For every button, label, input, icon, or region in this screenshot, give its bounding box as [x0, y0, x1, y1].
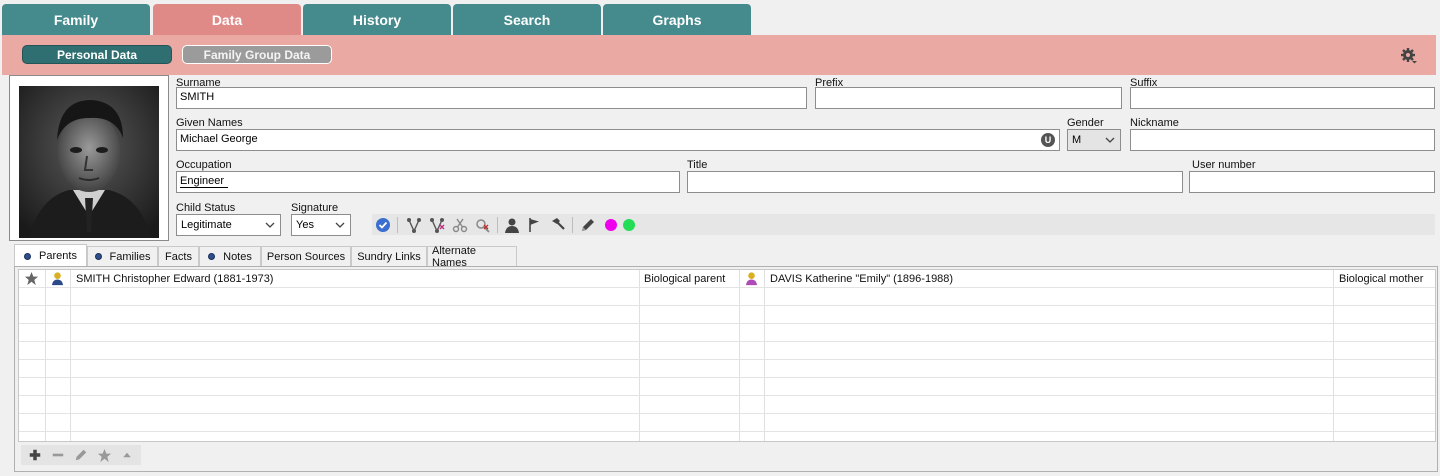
flag-icon[interactable] — [526, 216, 544, 234]
chevron-down-icon — [265, 222, 275, 228]
gear-icon[interactable] — [1400, 47, 1418, 65]
given-names-label: Given Names — [176, 117, 243, 129]
tab-parents-label: Parents — [39, 250, 77, 262]
tab-notes[interactable]: Notes — [199, 246, 261, 266]
father-name[interactable]: SMITH Christopher Edward (1881-1973) — [76, 270, 273, 288]
check-circle-icon[interactable] — [374, 216, 392, 234]
table-row — [19, 342, 1435, 360]
parents-actions-bar — [21, 445, 141, 465]
title-label: Title — [687, 159, 708, 171]
tab-sundry-links-label: Sundry Links — [357, 250, 421, 263]
tab-parents[interactable]: Parents — [14, 244, 87, 267]
tab-graphs[interactable]: Graphs — [603, 4, 751, 35]
magenta-color-dot[interactable] — [605, 219, 617, 231]
toolbar-separator — [572, 217, 573, 233]
given-names-field[interactable]: Michael George U — [176, 129, 1060, 151]
prefix-field[interactable] — [815, 87, 1122, 109]
tab-families-label: Families — [109, 250, 151, 263]
signature-select[interactable]: Yes — [291, 214, 351, 236]
table-row — [19, 414, 1435, 432]
suffix-field[interactable] — [1130, 87, 1435, 109]
table-row[interactable]: SMITH Christopher Edward (1881-1973) Bio… — [19, 270, 1435, 289]
title-field[interactable] — [687, 171, 1183, 193]
branch-icon[interactable] — [405, 216, 423, 234]
status-dot-icon — [24, 252, 32, 260]
add-icon[interactable] — [27, 447, 43, 463]
toolbar-separator — [397, 217, 398, 233]
user-number-field[interactable] — [1189, 171, 1435, 193]
given-names-value: Michael George — [180, 133, 258, 145]
table-row — [19, 396, 1435, 414]
gender-value: M — [1072, 134, 1082, 146]
tab-person-sources[interactable]: Person Sources — [261, 246, 351, 266]
cut-icon[interactable] — [451, 216, 469, 234]
tab-alternate-names-label: Alternate Names — [432, 244, 477, 269]
pencil-icon[interactable] — [579, 216, 597, 234]
branch-remove-icon[interactable] — [428, 216, 446, 234]
table-row — [19, 360, 1435, 378]
edit-icon[interactable] — [73, 447, 89, 463]
mother-relation: Biological mother — [1339, 273, 1424, 285]
table-row — [19, 378, 1435, 396]
tab-history[interactable]: History — [303, 4, 451, 35]
table-row — [19, 324, 1435, 342]
data-subheader: Personal Data Family Group Data — [2, 35, 1436, 75]
parents-panel: SMITH Christopher Edward (1881-1973) Bio… — [14, 266, 1438, 472]
tab-person-sources-label: Person Sources — [266, 250, 346, 263]
signature-value: Yes — [296, 219, 314, 231]
portrait-image — [19, 86, 159, 238]
unlink-icon[interactable] — [474, 216, 492, 234]
unicode-input-icon[interactable]: U — [1041, 133, 1055, 147]
hammer-icon[interactable] — [549, 216, 567, 234]
surname-field[interactable]: SMITH — [176, 87, 807, 109]
male-person-icon — [50, 271, 65, 289]
person-toolbar — [372, 214, 1435, 235]
tab-family[interactable]: Family — [2, 4, 150, 35]
personal-data-button[interactable]: Personal Data — [22, 45, 172, 64]
female-person-icon — [744, 271, 759, 289]
tab-sundry-links[interactable]: Sundry Links — [351, 246, 427, 266]
remove-icon[interactable] — [50, 447, 66, 463]
move-up-icon[interactable] — [119, 447, 135, 463]
table-row — [19, 306, 1435, 324]
occupation-label: Occupation — [176, 159, 232, 171]
child-status-value: Legitimate — [181, 219, 232, 231]
tab-facts[interactable]: Facts — [158, 246, 199, 266]
father-relation: Biological parent — [644, 273, 726, 285]
nickname-label: Nickname — [1130, 117, 1179, 129]
status-dot-icon — [208, 253, 216, 260]
occupation-field[interactable]: Engineer — [176, 171, 680, 193]
occupation-value: Engineer — [180, 175, 229, 188]
table-row — [19, 288, 1435, 306]
chevron-down-icon — [1105, 137, 1115, 143]
tab-facts-label: Facts — [165, 250, 192, 263]
family-group-data-button[interactable]: Family Group Data — [182, 45, 332, 64]
child-status-label: Child Status — [176, 202, 236, 214]
child-status-select[interactable]: Legitimate — [176, 214, 281, 236]
star-icon[interactable] — [24, 271, 39, 289]
status-dot-icon — [94, 253, 102, 260]
mother-name[interactable]: DAVIS Katherine "Emily" (1896-1988) — [770, 270, 953, 288]
tab-data[interactable]: Data — [153, 4, 301, 35]
tab-search[interactable]: Search — [453, 4, 601, 35]
person-icon[interactable] — [503, 216, 521, 234]
person-photo[interactable] — [9, 75, 169, 241]
green-color-dot[interactable] — [623, 219, 635, 231]
nickname-field[interactable] — [1130, 129, 1435, 151]
toolbar-separator — [497, 217, 498, 233]
chevron-down-icon — [335, 222, 345, 228]
star-icon[interactable] — [96, 447, 112, 463]
user-number-label: User number — [1192, 159, 1256, 171]
parents-table: SMITH Christopher Edward (1881-1973) Bio… — [18, 269, 1436, 442]
tab-families[interactable]: Families — [87, 246, 158, 266]
tab-notes-label: Notes — [223, 250, 252, 263]
tab-alternate-names[interactable]: Alternate Names — [427, 244, 517, 269]
gender-label: Gender — [1067, 117, 1104, 129]
main-tab-bar: Family Data History Search Graphs — [0, 0, 1440, 36]
gender-select[interactable]: M — [1067, 129, 1121, 151]
signature-label: Signature — [291, 202, 339, 214]
